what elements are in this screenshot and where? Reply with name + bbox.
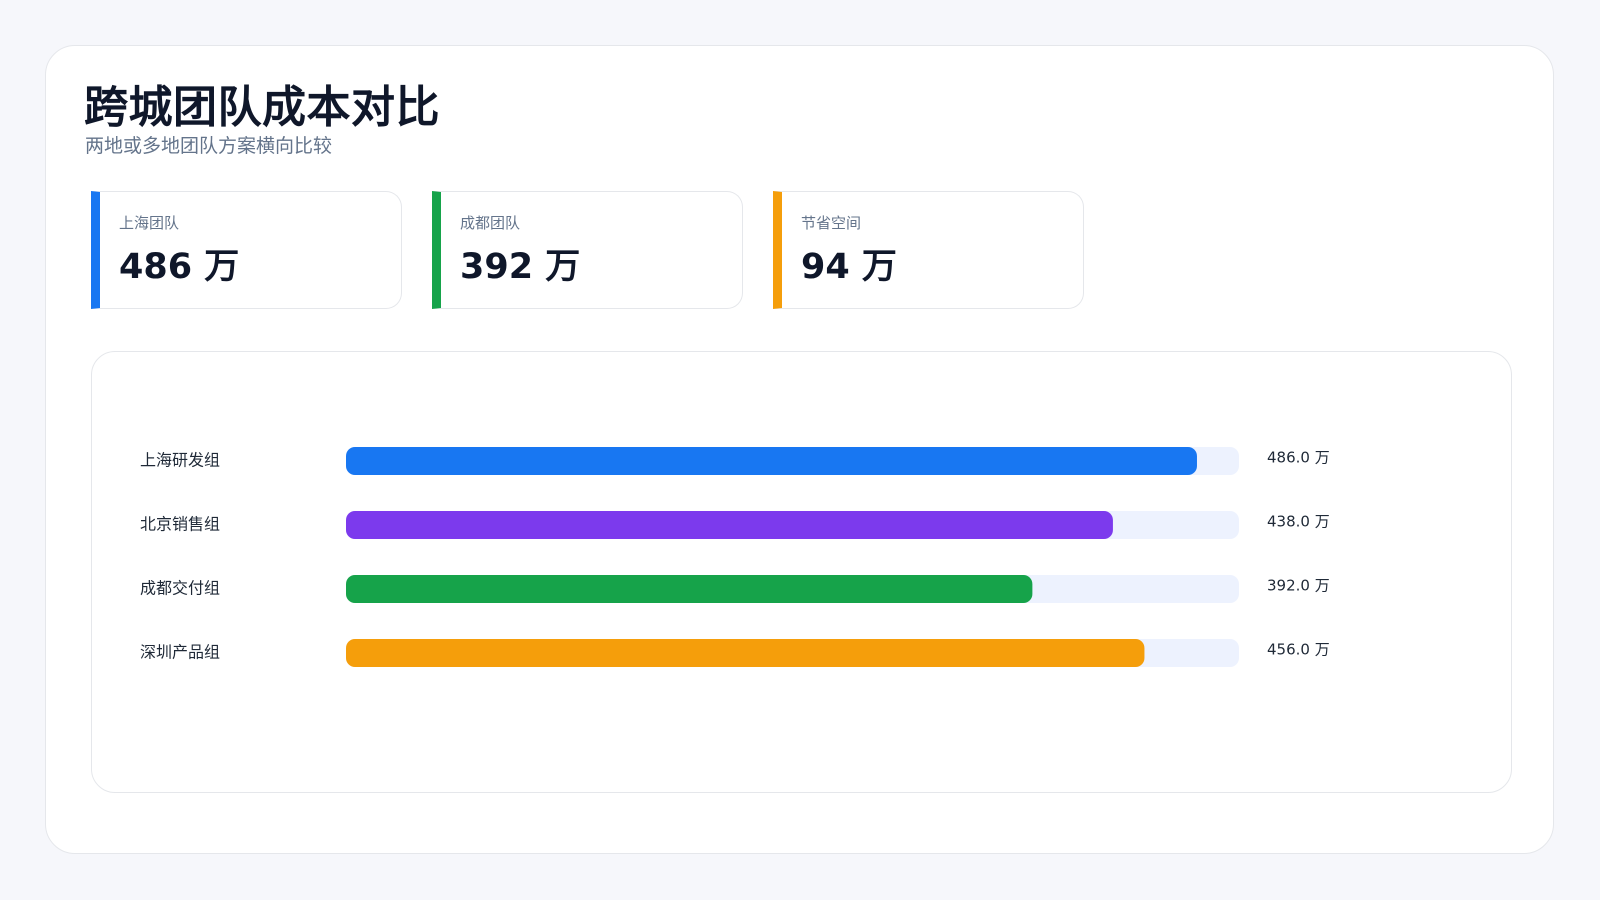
- kpi-card-chengdu: 成都团队 392 万: [432, 191, 743, 309]
- kpi-card-shanghai: 上海团队 486 万: [91, 191, 402, 309]
- kpi-label: 成都团队: [460, 214, 521, 232]
- bar: [346, 447, 1197, 475]
- category-label: 北京销售组: [140, 515, 220, 534]
- page-subtitle: 两地或多地团队方案横向比较: [85, 135, 333, 157]
- bar-chart: 上海研发组 486.0 万北京销售组 438.0 万成都交付组 392.0 万深圳产品…: [140, 447, 1330, 667]
- dashboard-card: 跨城团队成本对比 两地或多地团队方案横向比较 上海团队 486 万 成都团队 3…: [45, 45, 1554, 854]
- page-title: 跨城团队成本对比: [84, 82, 440, 133]
- category-label: 上海研发组: [140, 451, 220, 470]
- kpi-value: 94 万: [801, 247, 897, 287]
- kpi-value: 486 万: [119, 247, 240, 287]
- kpi-card-savings: 节省空间 94 万: [773, 191, 1084, 309]
- category-label: 成都交付组: [140, 579, 220, 598]
- kpi-label: 上海团队: [119, 214, 180, 232]
- value-label: 456.0 万: [1267, 641, 1330, 659]
- kpi-value: 392 万: [460, 247, 581, 287]
- bar: [346, 511, 1113, 539]
- bar: [346, 639, 1145, 667]
- kpi-label: 节省空间: [801, 214, 862, 232]
- bar: [346, 575, 1033, 603]
- kpi-row: 上海团队 486 万 成都团队 392 万 节省空间 94 万: [91, 191, 1084, 309]
- value-label: 486.0 万: [1267, 449, 1330, 467]
- value-label: 392.0 万: [1267, 577, 1330, 595]
- category-label: 深圳产品组: [140, 643, 220, 662]
- value-label: 438.0 万: [1267, 513, 1330, 531]
- bar-chart-panel: 上海研发组 486.0 万北京销售组 438.0 万成都交付组 392.0 万深圳产品…: [91, 351, 1512, 793]
